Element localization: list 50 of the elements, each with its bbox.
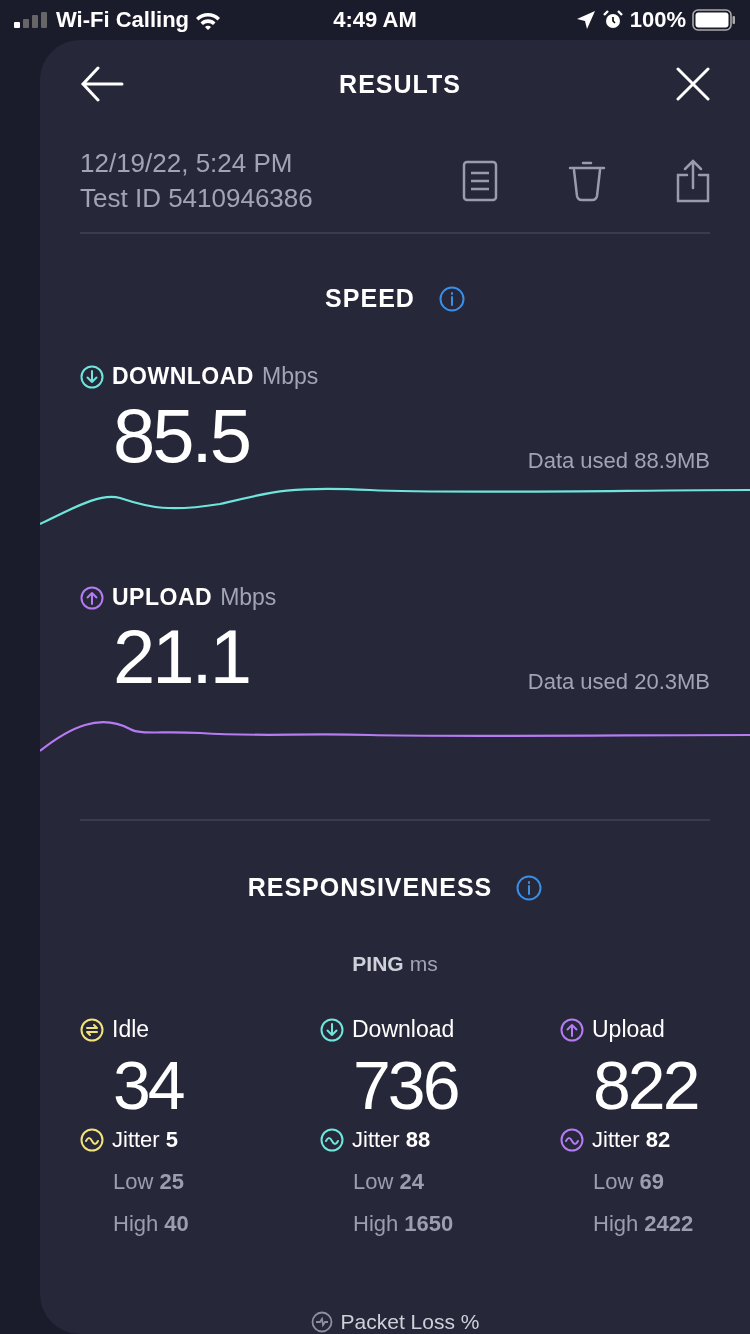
ping-value: 822 [593,1051,699,1119]
jitter-wave-icon [320,1128,344,1152]
signal-icon [14,12,50,28]
ping-value: 736 [353,1051,459,1119]
jitter-value: Jitter 5 [112,1127,179,1153]
results-title: RESULTS [339,69,461,99]
close-icon[interactable] [676,67,710,101]
info-icon[interactable] [516,874,543,901]
ping-low: Low 25 [113,1169,185,1195]
trash-icon[interactable] [568,160,606,202]
ping-low: Low 24 [353,1169,425,1195]
ping-high: High 2422 [593,1211,695,1237]
ping-value: 34 [113,1051,185,1119]
ping-type-label: Upload [592,1016,665,1043]
battery-icon [692,9,736,31]
data-used: Data used 20.3MB [527,669,710,695]
test-id: Test ID 5410946386 [80,183,314,214]
speed-value: 21.1 [113,619,249,695]
location-arrow-icon [575,10,596,30]
test-date: 12/19/22, 5:24 PM [80,148,294,179]
jitter-value: Jitter 82 [592,1127,671,1153]
responsiveness-heading: RESPONSIVENESS [247,873,493,902]
data-used: Data used 88.9MB [527,448,710,474]
ping-type-label: Download [352,1016,455,1043]
document-icon[interactable] [462,160,498,202]
jitter-wave-icon [80,1128,104,1152]
jitter-value: Jitter 88 [352,1127,431,1153]
ping-high: High 40 [113,1211,190,1237]
battery-percent: 100% [629,7,686,33]
wifi-icon [195,10,221,30]
metric-label: DOWNLOAD [112,363,254,390]
metric-unit: Mbps [220,584,277,611]
ping-label: PING [352,952,404,976]
speed-heading: SPEED [325,284,415,313]
metric-unit: Mbps [262,363,319,390]
clock-time: 4:49 AM [333,7,417,33]
jitter-wave-icon [560,1128,584,1152]
info-icon[interactable] [438,285,465,312]
speed-value: 85.5 [113,398,249,474]
ping-type-label: Idle [112,1016,150,1043]
metric-label: UPLOAD [112,584,213,611]
carrier-label: Wi-Fi Calling [56,7,189,33]
back-arrow-icon[interactable] [80,66,124,102]
ping-low: Low 69 [593,1169,665,1195]
packet-loss-label: Packet Loss % [340,1310,480,1334]
ping-high: High 1650 [353,1211,455,1237]
alarm-clock-icon [601,9,624,31]
share-icon[interactable] [676,159,710,203]
packet-loss-icon [310,1311,333,1333]
ping-unit: ms [409,952,438,976]
